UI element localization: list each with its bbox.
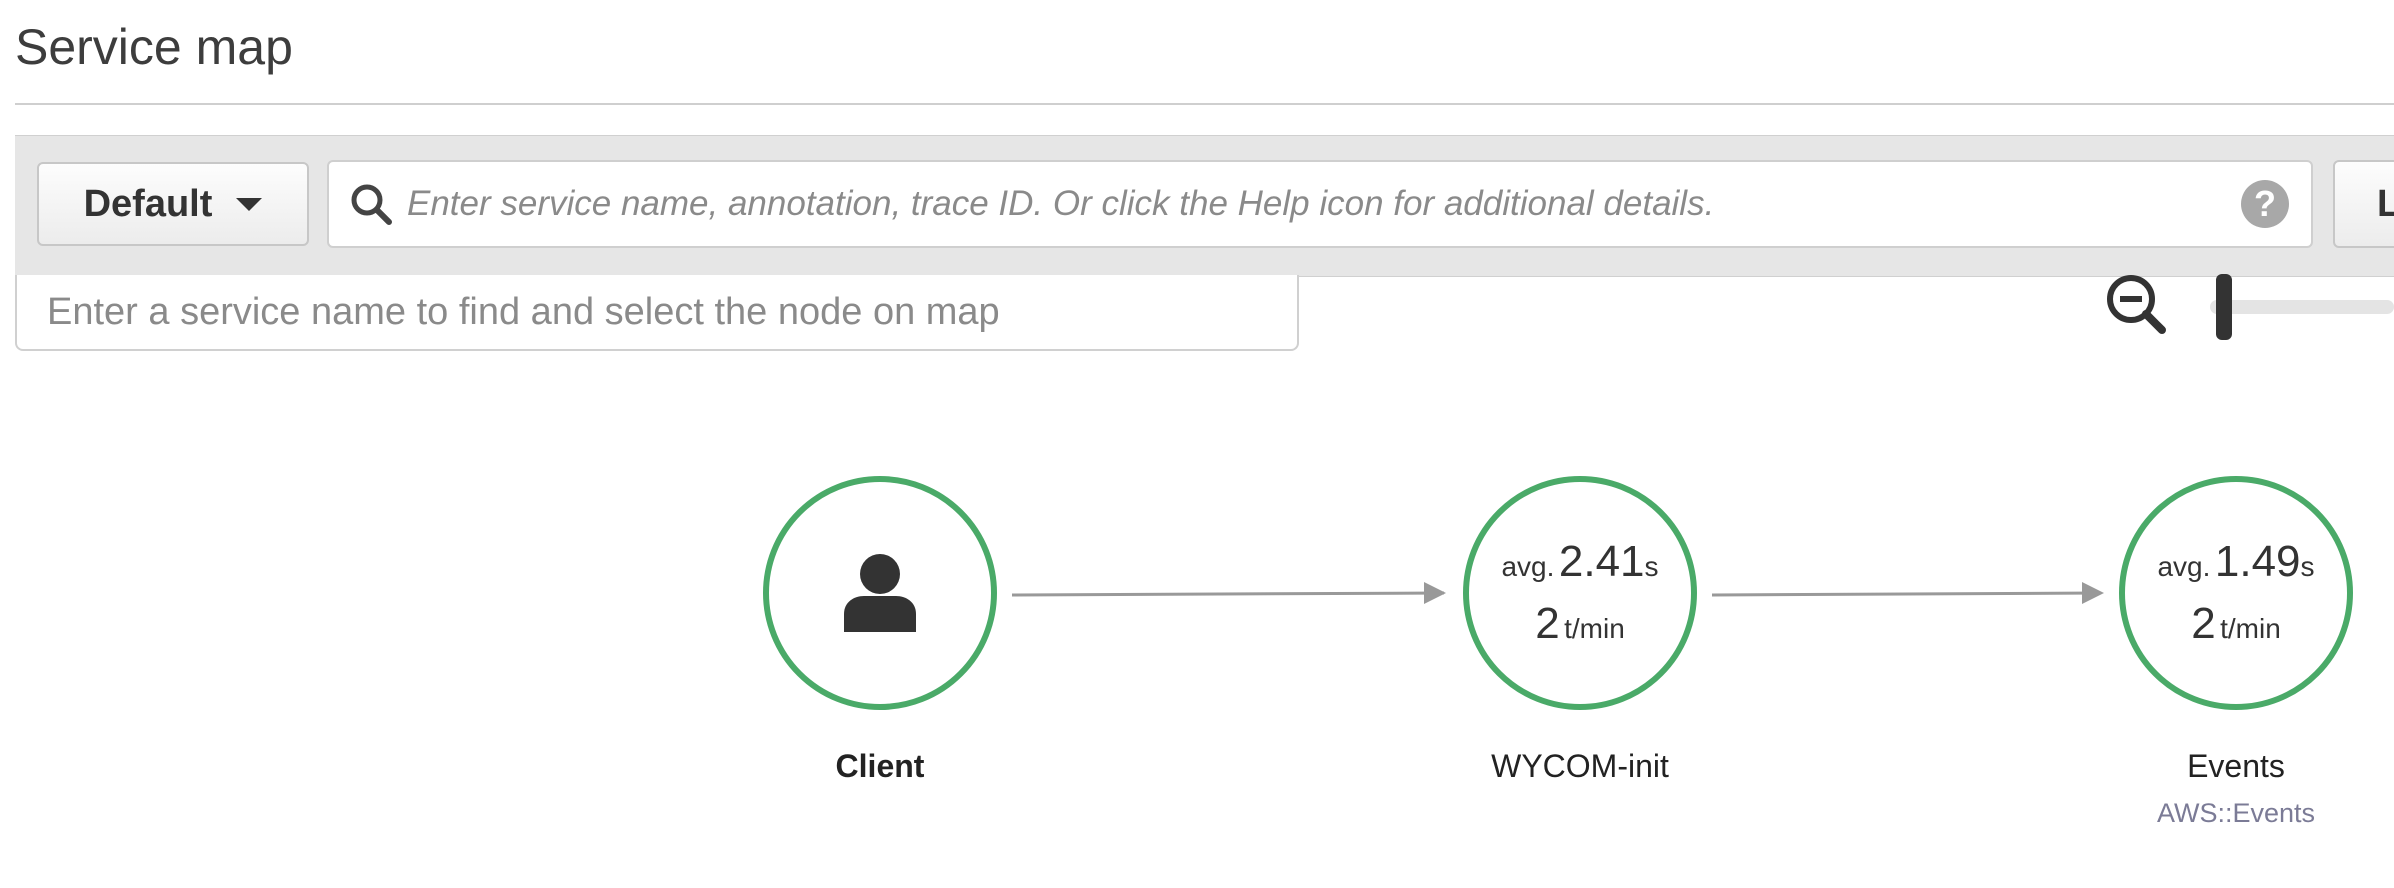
service-map-canvas[interactable]: Client avg. 2.41s 2 t/min WYCOM-init avg… (0, 380, 2394, 888)
map-edges (1011, 582, 2104, 604)
filter-bar: Default ? L (15, 135, 2394, 277)
node-client[interactable] (763, 476, 997, 710)
edge-client-to-wycom[interactable] (1011, 591, 1445, 597)
zoom-out-icon[interactable] (2104, 272, 2170, 338)
node-events-type: AWS::Events (2156, 798, 2316, 828)
request-rate: 2 t/min (1535, 599, 1625, 648)
page-title: Service map (15, 19, 293, 75)
edge-arrowhead (2082, 582, 2104, 604)
edge-arrowhead (1424, 582, 1446, 604)
node-finder (15, 275, 1299, 351)
avg-latency: avg. 1.49s (2157, 537, 2315, 586)
help-icon[interactable]: ? (2241, 180, 2289, 228)
avg-latency: avg. 2.41s (1501, 537, 1659, 586)
node-client-label: Client (835, 748, 925, 784)
time-range-button[interactable]: L (2333, 160, 2394, 248)
group-select-label: Default (83, 182, 213, 225)
search-icon (351, 184, 392, 225)
user-icon (844, 554, 916, 632)
node-events[interactable]: avg. 1.49s 2 t/min (2119, 476, 2353, 710)
zoom-slider[interactable] (2210, 274, 2394, 340)
edge-wycom-to-events[interactable] (1711, 591, 2101, 597)
group-select-button[interactable]: Default (37, 162, 309, 246)
service-map-page: Service map Default ? L (0, 0, 2394, 888)
filter-search-box[interactable]: ? (327, 160, 2313, 248)
filter-search-input[interactable] (405, 183, 2241, 225)
request-rate: 2 t/min (2191, 599, 2281, 648)
caret-down-icon (236, 197, 263, 211)
zoom-slider-track[interactable] (2210, 300, 2394, 314)
node-events-label: Events (2187, 748, 2285, 784)
node-wycom-init-label: WYCOM-init (1491, 748, 1669, 784)
zoom-slider-handle[interactable] (2216, 274, 2232, 340)
node-wycom-init[interactable]: avg. 2.41s 2 t/min (1463, 476, 1697, 710)
title-divider (15, 103, 2394, 105)
node-finder-input[interactable] (45, 289, 1297, 335)
